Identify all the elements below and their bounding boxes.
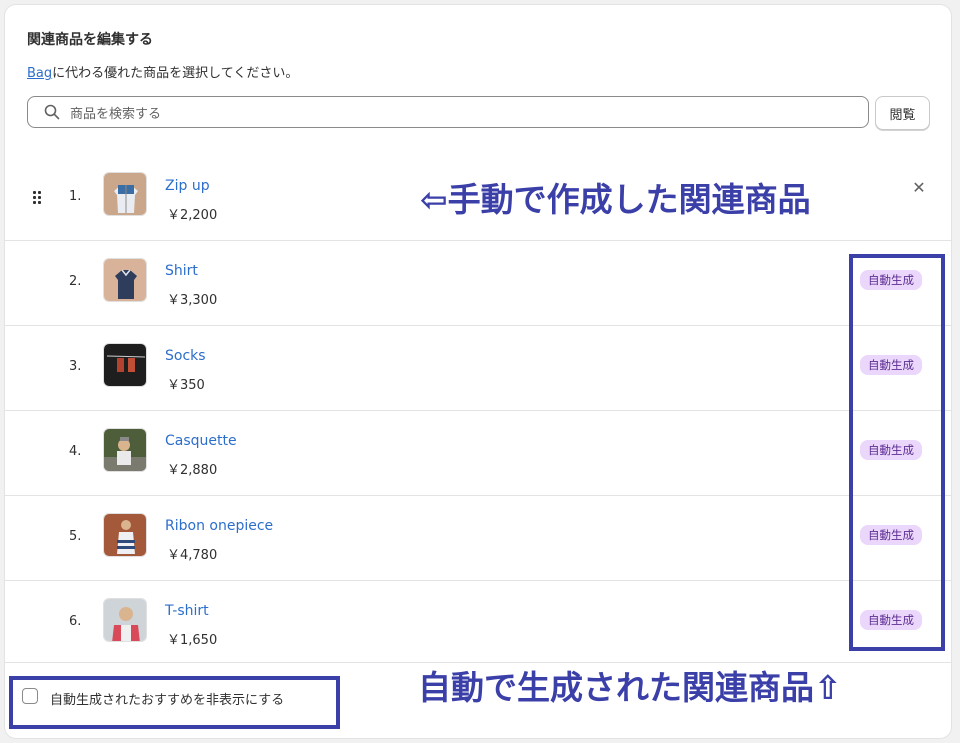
product-link[interactable]: Bag bbox=[27, 66, 52, 81]
product-thumbnail bbox=[103, 172, 147, 216]
annotation-auto: 自動で生成された関連商品⇧ bbox=[418, 668, 842, 707]
product-index: 5. bbox=[69, 529, 82, 544]
search-input[interactable]: 商品を検索する bbox=[27, 96, 869, 128]
annotation-manual: ⇦手動で作成した関連商品 bbox=[420, 180, 811, 219]
product-thumbnail bbox=[103, 428, 147, 472]
product-price: ￥4,780 bbox=[167, 548, 218, 563]
product-price: ￥1,650 bbox=[167, 633, 218, 648]
remove-icon[interactable]: ✕ bbox=[911, 180, 927, 196]
product-name-link[interactable]: T-shirt bbox=[165, 603, 209, 619]
product-thumbnail bbox=[103, 598, 147, 642]
annotation-checkbox-highlight bbox=[9, 676, 340, 729]
product-name-link[interactable]: Casquette bbox=[165, 433, 237, 449]
browse-button[interactable]: 閲覧 bbox=[875, 96, 930, 130]
product-index: 4. bbox=[69, 444, 82, 459]
product-index: 1. bbox=[69, 189, 82, 204]
product-price: ￥2,200 bbox=[167, 208, 218, 223]
product-thumbnail bbox=[103, 513, 147, 557]
product-price: ￥350 bbox=[167, 378, 205, 393]
subtitle-text: に代わる優れた商品を選択してください。 bbox=[52, 66, 299, 81]
card-title: 関連商品を編集する bbox=[27, 32, 153, 48]
product-thumbnail bbox=[103, 343, 147, 387]
product-name-link[interactable]: Zip up bbox=[165, 178, 210, 194]
product-thumbnail bbox=[103, 258, 147, 302]
product-index: 2. bbox=[69, 274, 82, 289]
product-name-link[interactable]: Ribon onepiece bbox=[165, 518, 273, 534]
product-price: ￥2,880 bbox=[167, 463, 218, 478]
drag-handle-icon[interactable] bbox=[29, 189, 45, 205]
card-subtitle: Bagに代わる優れた商品を選択してください。 bbox=[27, 62, 298, 81]
related-products-card: 関連商品を編集する Bagに代わる優れた商品を選択してください。 商品を検索する… bbox=[4, 4, 952, 739]
search-placeholder: 商品を検索する bbox=[70, 106, 162, 122]
search-icon bbox=[42, 102, 62, 122]
product-index: 6. bbox=[69, 614, 82, 629]
annotation-badge-highlight bbox=[849, 254, 945, 651]
product-index: 3. bbox=[69, 359, 82, 374]
product-price: ￥3,300 bbox=[167, 293, 218, 308]
product-name-link[interactable]: Socks bbox=[165, 348, 206, 364]
product-name-link[interactable]: Shirt bbox=[165, 263, 198, 279]
